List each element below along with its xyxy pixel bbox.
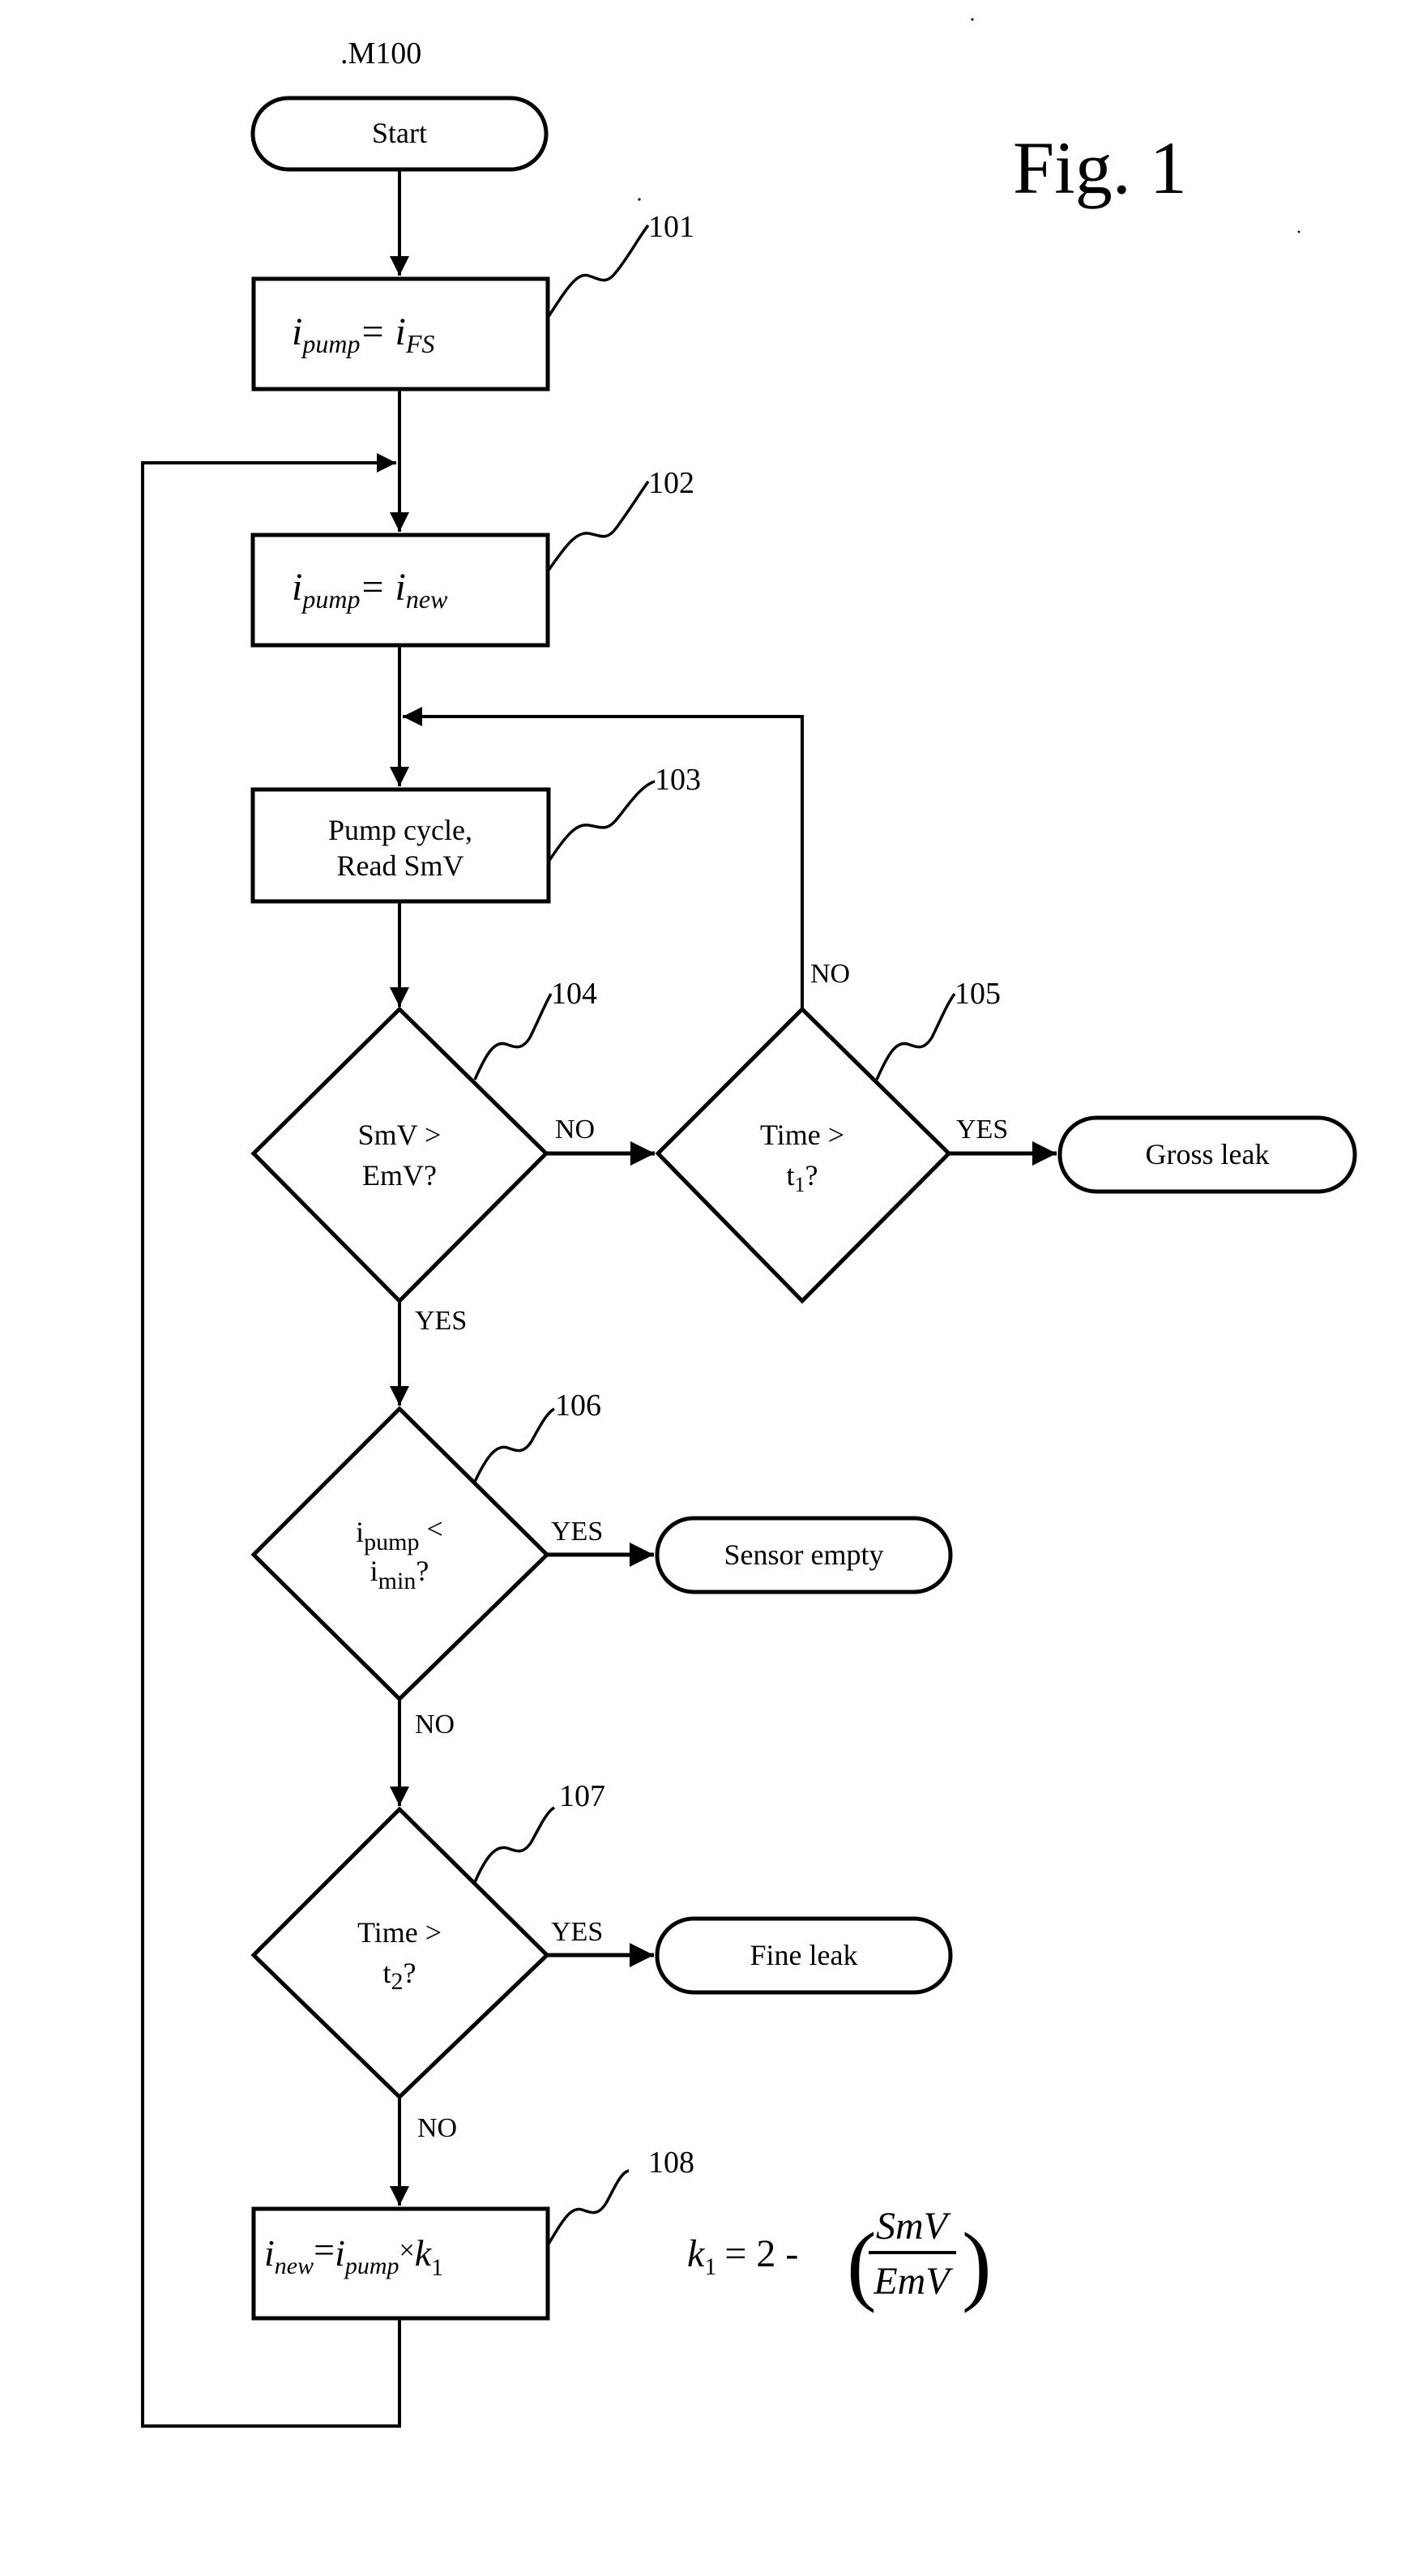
start-label: Start xyxy=(372,117,427,149)
process-103: Pump cycle, Read SmV xyxy=(250,787,551,904)
ref-102: 102 xyxy=(648,466,694,500)
decision-107: Time > t2? xyxy=(250,1806,550,2100)
ref-106: 106 xyxy=(555,1389,601,1423)
decision-106: ipump < imin? xyxy=(250,1406,550,1702)
method-label: .M100 xyxy=(340,36,421,71)
edge-label-107-no: NO xyxy=(417,2113,457,2143)
process-102: ipump= inew xyxy=(250,533,550,648)
formula-open-paren: ( xyxy=(847,2214,877,2313)
process-103-line2: Read SmV xyxy=(337,849,464,882)
process-108: inew=ipump×k1 xyxy=(251,2206,550,2321)
scan-dot xyxy=(971,18,974,21)
edge-loop-108-102 xyxy=(141,453,401,2428)
decision-105: Time > t1? xyxy=(655,1006,952,1304)
edge-label-104-yes: YES xyxy=(415,1306,467,1336)
ref-104: 104 xyxy=(551,977,597,1011)
scan-dot xyxy=(638,198,641,201)
leader-106 xyxy=(473,1407,556,1483)
edge-label-105-no: NO xyxy=(810,959,850,989)
sensor-empty-terminator: Sensor empty xyxy=(655,1516,953,1594)
edge-label-104-no: NO xyxy=(555,1115,595,1145)
decision-104: SmV > EmV? xyxy=(250,1006,549,1304)
ref-103: 103 xyxy=(655,763,701,797)
sensor-empty-label: Sensor empty xyxy=(724,1538,884,1571)
ref-105: 105 xyxy=(955,977,1001,1011)
formula-lhs: k1 = 2 - xyxy=(687,2232,798,2280)
scan-dot xyxy=(1297,230,1301,233)
start-terminator: Start xyxy=(250,96,549,172)
leader-102 xyxy=(546,480,650,572)
decision-105-line1: Time > xyxy=(760,1119,844,1151)
decision-107-line1: Time > xyxy=(357,1916,442,1949)
formula-close-paren: ) xyxy=(962,2214,992,2313)
leader-104 xyxy=(473,993,553,1080)
figure-title: Fig. 1 xyxy=(1013,126,1187,209)
edge-label-107-yes: YES xyxy=(551,1917,603,1947)
formula-denominator: EmV xyxy=(873,2260,953,2303)
fine-leak-label: Fine leak xyxy=(750,1939,858,1971)
leader-105 xyxy=(875,992,956,1080)
k1-formula: k1 = 2 - ( SmV EmV ) xyxy=(687,2205,992,2313)
leader-108 xyxy=(546,2169,630,2246)
ref-108: 108 xyxy=(648,2146,694,2180)
decision-104-line1: SmV > xyxy=(358,1119,442,1151)
leader-101 xyxy=(546,224,650,319)
leader-107 xyxy=(473,1806,556,1883)
gross-leak-label: Gross leak xyxy=(1146,1138,1270,1170)
process-103-line1: Pump cycle, xyxy=(328,814,472,846)
flowchart: Fig. 1 .M100 Start ipump= iFS 101 ipump= i… xyxy=(141,18,1357,2428)
decision-104-line2: EmV? xyxy=(362,1159,437,1192)
edge-label-106-no: NO xyxy=(415,1709,455,1739)
leader-103 xyxy=(547,780,656,862)
ref-101: 101 xyxy=(648,210,694,244)
edge-label-105-yes: YES xyxy=(956,1115,1008,1145)
fine-leak-terminator: Fine leak xyxy=(655,1916,953,1995)
gross-leak-terminator: Gross leak xyxy=(1057,1115,1357,1194)
formula-numerator: SmV xyxy=(876,2205,951,2248)
edge-label-106-yes: YES xyxy=(551,1517,603,1547)
process-101: ipump= iFS xyxy=(251,276,550,392)
ref-107: 107 xyxy=(559,1779,605,1813)
